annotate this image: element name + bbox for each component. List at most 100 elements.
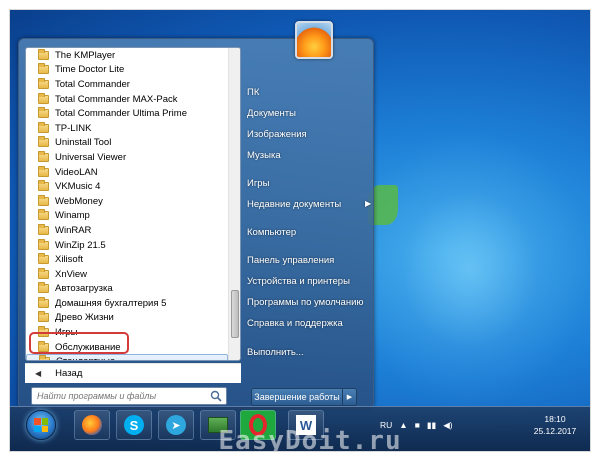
taskbar-skype[interactable]: S [116,410,152,440]
program-folder-item[interactable]: Автозагрузка [26,282,228,297]
folder-icon [38,223,49,235]
place-label: Игры [247,178,270,189]
program-folder-item[interactable]: XnView [26,267,228,282]
taskbar-telegram[interactable]: ➤ [158,410,194,440]
program-label: Uninstall Tool [55,137,112,149]
program-folder-item[interactable]: WinRAR [26,223,228,238]
search-box[interactable] [31,387,227,405]
program-label: The KMPlayer [55,49,116,61]
clock[interactable]: 18:10 25.12.2017 [530,413,580,437]
programs-list: The KMPlayer Time Doctor Lite Total Comman… [26,48,228,360]
wallpaper-glow [350,130,590,410]
start-menu-place-item[interactable]: Недавние документы ▶ [247,199,371,210]
program-folder-item[interactable]: Universal Viewer [26,150,228,165]
program-folder-item[interactable]: Домашняя бухгалтерия 5 [26,296,228,311]
program-folder-item[interactable]: Winamp [26,209,228,224]
place-label: Компьютер [247,227,297,238]
program-label: Домашняя бухгалтерия 5 [55,297,167,309]
search-input[interactable] [37,391,205,401]
telegram-icon: ➤ [166,415,186,435]
program-label: Winamp [55,210,90,222]
folder-icon [38,121,49,133]
folder-icon [38,92,49,104]
start-menu-place-item[interactable]: Программы по умолчанию [247,297,364,308]
shutdown-button[interactable]: Завершение работы [251,388,343,406]
program-folder-item[interactable]: Xilisoft [26,252,228,267]
back-label: Назад [55,368,83,379]
program-folder-item[interactable]: Total Commander MAX-Pack [26,92,228,107]
submenu-arrow-icon: ▶ [365,199,372,208]
places-pane: ПК Документы Изображения Музыка Игры Недавние… [243,47,373,367]
program-folder-item[interactable]: WebMoney [26,194,228,209]
place-label: Выполнить... [247,347,304,358]
folder-icon [38,209,49,221]
taskbar-firefox[interactable] [74,410,110,440]
program-folder-item[interactable]: Древо Жизни [26,311,228,326]
start-menu-place-item[interactable]: ПК [247,87,259,98]
place-label: Изображения [247,129,307,140]
folder-icon [38,77,49,89]
start-menu-place-item[interactable]: Компьютер [247,227,296,238]
place-label: Музыка [247,150,281,161]
user-avatar[interactable] [295,21,333,59]
shutdown-options-arrow[interactable]: ▶ [343,388,357,406]
folder-icon [38,253,49,265]
program-folder-item[interactable]: Total Commander [26,77,228,92]
program-label: Total Commander MAX-Pack [55,93,178,105]
folder-icon [39,355,50,360]
place-label: Документы [247,108,296,119]
program-label: WinRAR [55,224,92,236]
back-button[interactable]: ◀ Назад [25,363,241,383]
folder-icon [38,267,49,279]
scrollbar-thumb[interactable] [231,290,239,338]
program-label: Древо Жизни [55,312,114,324]
start-menu-place-item[interactable]: Изображения [247,129,307,140]
programs-scrollbar[interactable] [228,48,240,360]
program-label: Universal Viewer [55,151,127,163]
place-label: Недавние документы [247,199,342,210]
program-folder-item[interactable]: VKMusic 4 [26,179,228,194]
volume-icon[interactable]: ◀) [443,420,452,431]
start-menu-place-item[interactable]: Устройства и принтеры [247,276,350,287]
folder-icon [38,311,49,323]
start-menu-place-item[interactable]: Игры [247,178,269,189]
program-folder-item[interactable]: WinZip 21.5 [26,238,228,253]
program-label: XnView [55,268,88,280]
program-folder-item[interactable]: Total Commander Ultima Prime [26,106,228,121]
highlight-annotation [29,332,129,354]
start-button[interactable] [26,410,56,440]
folder-icon [38,282,49,294]
screenshot-frame: The KMPlayer Time Doctor Lite Total Comman… [10,10,590,451]
folder-icon [38,165,49,177]
start-menu-place-item[interactable]: Выполнить... [247,347,304,358]
firefox-icon [82,415,102,435]
start-menu: The KMPlayer Time Doctor Lite Total Comman… [18,21,374,409]
folder-icon [38,107,49,119]
program-folder-item[interactable]: Стандартные [26,354,228,360]
back-arrow-icon: ◀ [35,369,42,378]
watermark: EasyDoit.ru [218,426,402,451]
windows-logo-icon [34,418,48,432]
program-folder-item[interactable]: Uninstall Tool [26,136,228,151]
place-label: Программы по умолчанию [247,297,364,308]
search-icon[interactable] [210,390,222,402]
program-label: Total Commander [55,78,130,90]
clock-date: 25.12.2017 [533,426,577,436]
program-folder-item[interactable]: VideoLAN [26,165,228,180]
start-menu-place-item[interactable]: Музыка [247,150,281,161]
place-label: Панель управления [247,255,335,266]
start-menu-place-item[interactable]: Панель управления [247,255,334,266]
program-folder-item[interactable]: Time Doctor Lite [26,63,228,78]
start-menu-place-item[interactable]: Документы [247,108,296,119]
program-label: Автозагрузка [55,283,113,295]
folder-icon [38,180,49,192]
program-folder-item[interactable]: The KMPlayer [26,48,228,63]
place-label: ПК [247,87,260,98]
place-label: Устройства и принтеры [247,276,350,287]
program-label: VideoLAN [55,166,98,178]
place-label: Справка и поддержка [247,318,343,329]
folder-icon [38,136,49,148]
start-menu-place-item[interactable]: Справка и поддержка [247,318,343,329]
folder-icon [38,150,49,162]
program-folder-item[interactable]: TP-LINK [26,121,228,136]
